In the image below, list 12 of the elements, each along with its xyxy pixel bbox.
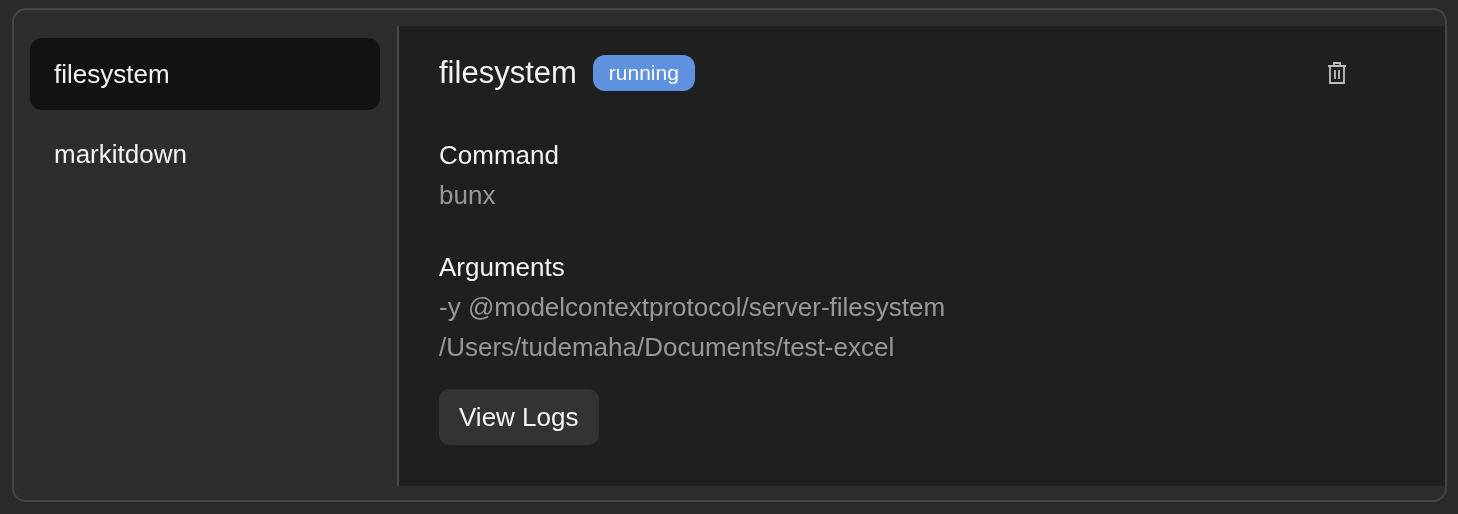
server-title: filesystem xyxy=(439,55,577,91)
trash-icon xyxy=(1327,61,1347,85)
field-value: /Users/tudemaha/Documents/test-excel xyxy=(439,331,896,364)
field-value: -y @modelcontextprotocol/server-filesystem xyxy=(439,291,947,324)
delete-button[interactable] xyxy=(1327,61,1347,85)
sidebar-item[interactable]: filesystem xyxy=(30,38,380,110)
view-logs-button[interactable]: View Logs xyxy=(439,389,599,445)
field-label: Command xyxy=(439,139,560,172)
sidebar-item[interactable]: markitdown xyxy=(30,118,380,190)
field-label: Arguments xyxy=(439,251,566,284)
field-value: bunx xyxy=(439,179,497,212)
status-badge: running xyxy=(592,55,695,91)
